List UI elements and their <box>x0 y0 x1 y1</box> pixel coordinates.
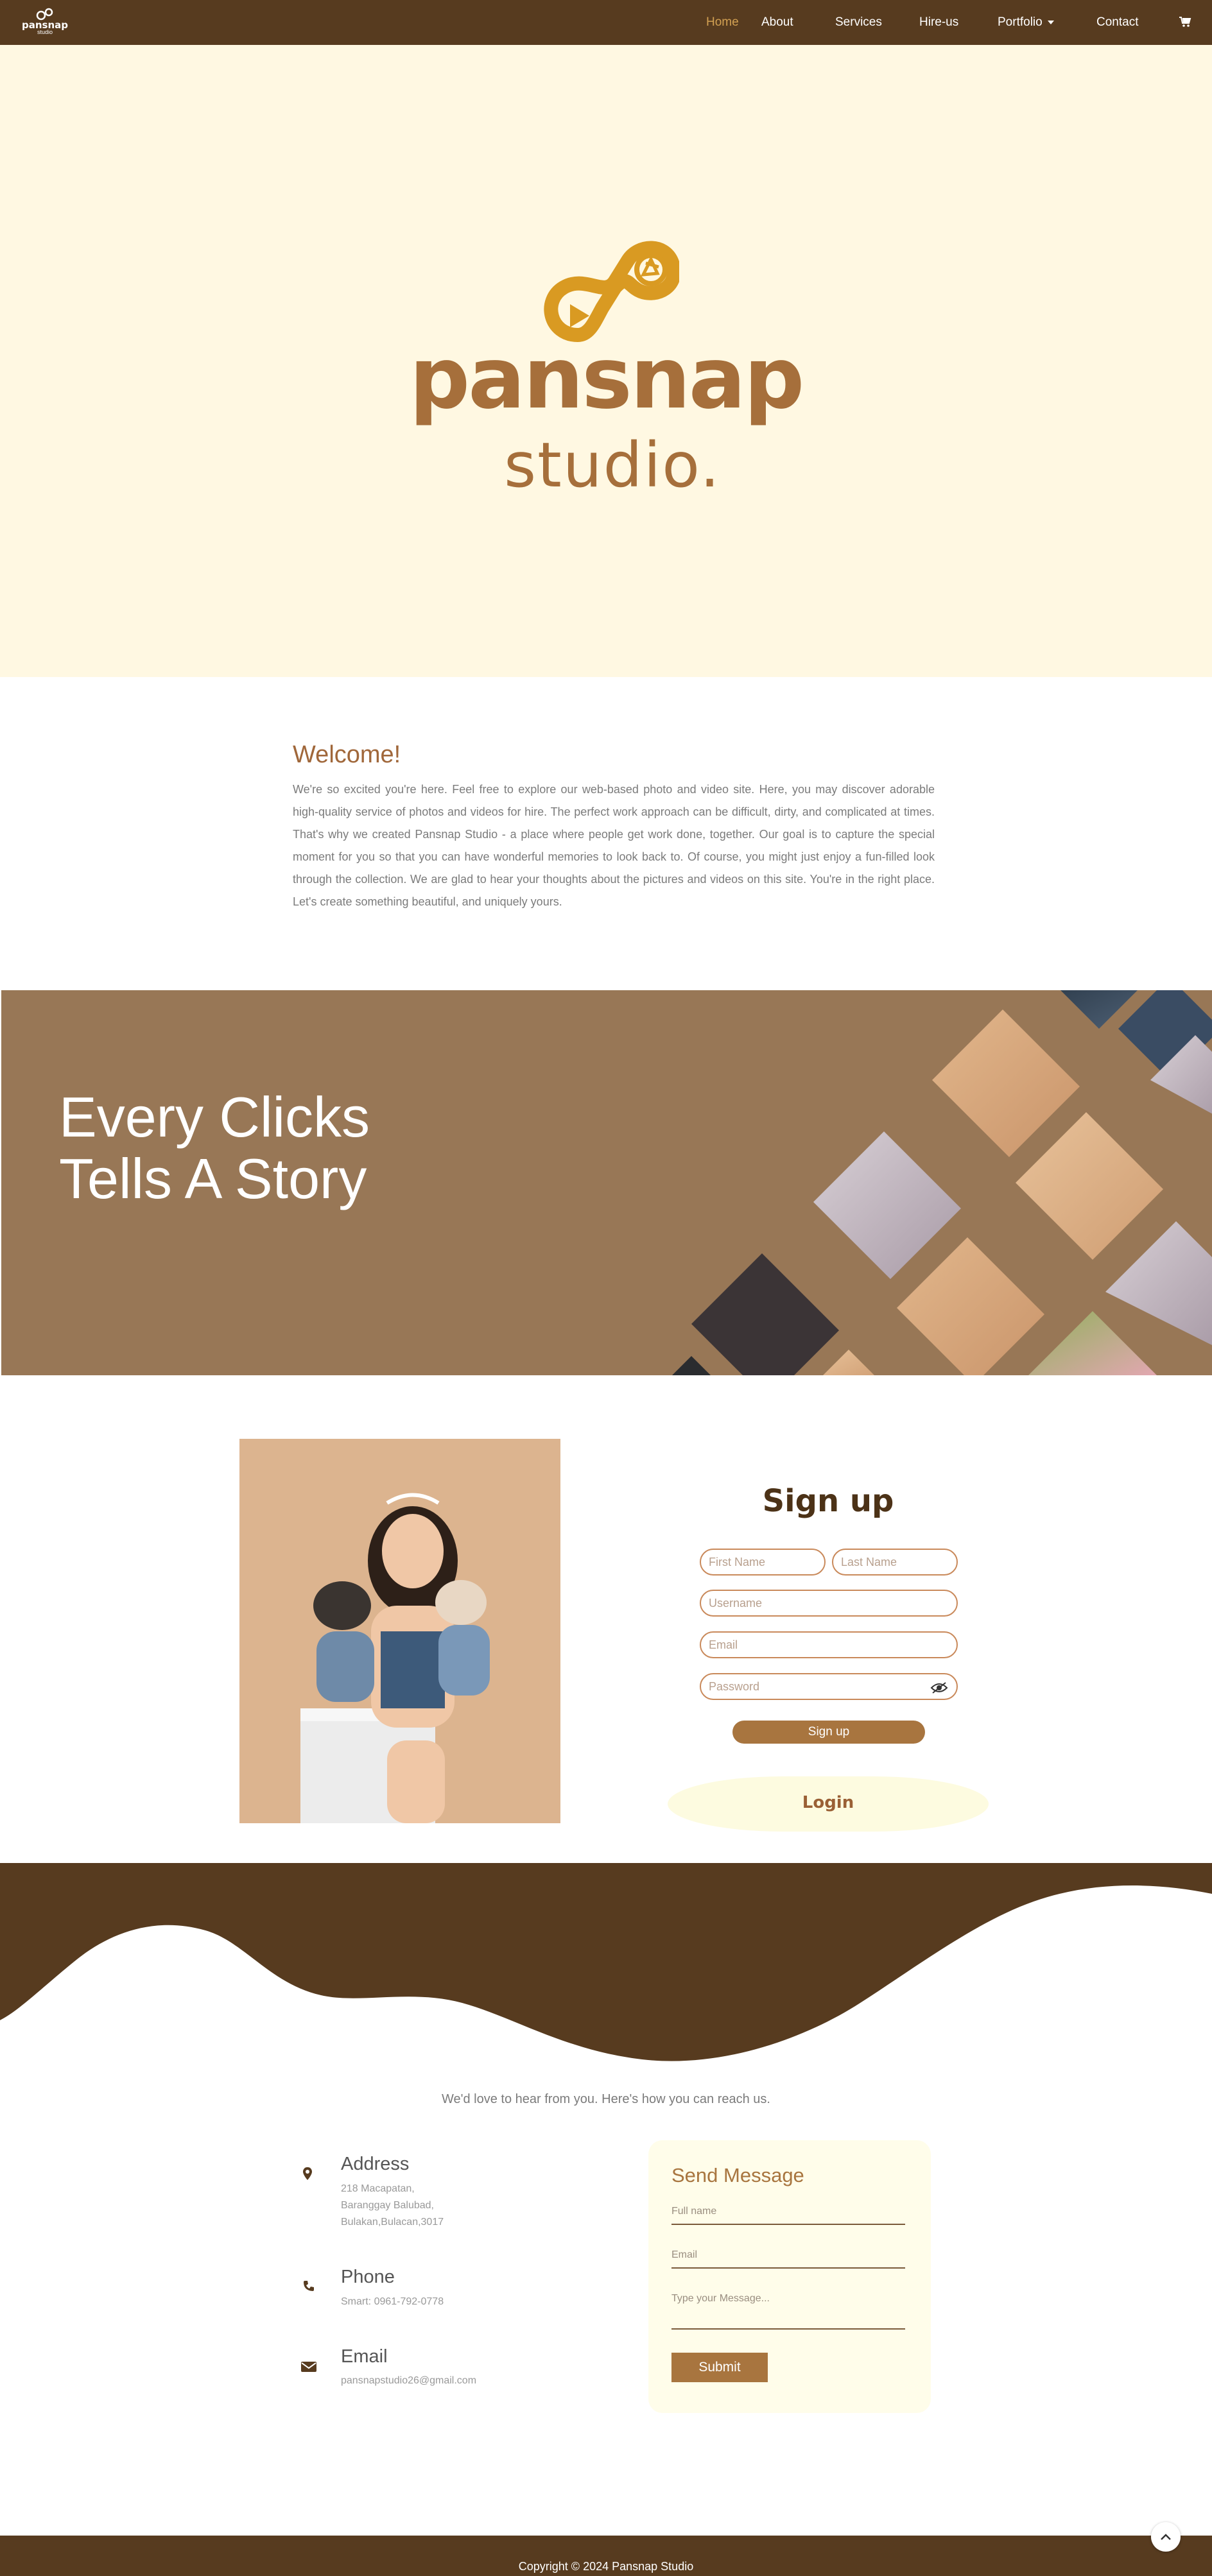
address-detail: 218 Macapatan, Baranggay Balubad, Bulaka… <box>341 2181 444 2231</box>
phone-icon <box>304 2281 314 2291</box>
chevron-up-icon <box>1161 2534 1171 2540</box>
tagline-banner: Every Clicks Tells A Story <box>1 990 1212 1375</box>
tagline: Every Clicks Tells A Story <box>59 1086 370 1210</box>
brand-subtitle: studio. <box>504 429 721 501</box>
contact-intro: We'd love to hear from you. Here's how y… <box>442 2092 770 2106</box>
logo-mark-icon <box>36 8 53 21</box>
eye-slash-icon[interactable] <box>930 1681 948 1694</box>
brand-wordmark: pansnap <box>409 329 805 428</box>
phone-value: Smart: 0961-792-0778 <box>341 2296 444 2307</box>
navbar: pansnap studio Home About Services Hire-… <box>0 0 1212 45</box>
welcome-title: Welcome! <box>293 741 401 768</box>
message-textarea[interactable]: Type your Message... <box>671 2293 905 2330</box>
signup-button[interactable]: Sign up <box>732 1721 925 1744</box>
nav-logo[interactable]: pansnap studio <box>19 8 71 39</box>
fullname-input[interactable]: Full name <box>671 2206 905 2225</box>
first-name-field[interactable]: First Name <box>700 1549 826 1576</box>
nav-contact[interactable]: Contact <box>1096 14 1138 31</box>
scroll-to-top-button[interactable] <box>1151 2522 1181 2552</box>
hero-section: pansnap studio. <box>0 45 1212 677</box>
tagline-line2: Tells A Story <box>59 1147 367 1210</box>
login-button[interactable]: Login <box>668 1793 989 1812</box>
nav-hire-us[interactable]: Hire-us <box>919 14 958 31</box>
nav-services[interactable]: Services <box>835 14 882 31</box>
nav-about[interactable]: About <box>761 14 793 31</box>
wave-divider <box>0 1863 1212 2061</box>
envelope-icon <box>301 2362 316 2372</box>
nav-logo-text: pansnap <box>21 19 68 31</box>
contact-email-input[interactable]: Email <box>671 2249 905 2269</box>
nav-portfolio-label: Portfolio <box>998 15 1043 29</box>
address-line: Baranggay Balubad, <box>341 2200 434 2211</box>
nav-portfolio[interactable]: Portfolio <box>998 14 1054 31</box>
username-field[interactable]: Username <box>700 1590 958 1617</box>
copyright-text: Copyright © 2024 Pansnap Studio <box>518 2560 694 2573</box>
map-pin-icon <box>303 2167 312 2180</box>
signup-title: Sign up <box>762 1483 894 1519</box>
submit-button[interactable]: Submit <box>671 2353 768 2382</box>
address-title: Address <box>341 2154 410 2174</box>
tagline-line1: Every Clicks <box>59 1085 370 1149</box>
email-title: Email <box>341 2346 388 2367</box>
address-line: Bulakan,Bulacan,3017 <box>341 2217 444 2228</box>
chevron-down-icon <box>1047 20 1054 24</box>
welcome-text: We're so excited you're here. Feel free … <box>293 783 935 908</box>
email-field[interactable]: Email <box>700 1631 958 1658</box>
password-field[interactable]: Password <box>700 1673 958 1700</box>
cart-icon[interactable] <box>1179 15 1191 28</box>
email-value: pansnapstudio26@gmail.com <box>341 2375 477 2386</box>
last-name-field[interactable]: Last Name <box>832 1549 958 1576</box>
address-line: 218 Macapatan, <box>341 2183 415 2194</box>
portrait-illustration <box>300 1493 490 1823</box>
send-message-title: Send Message <box>671 2164 804 2186</box>
portrait-photo <box>239 1439 560 1823</box>
phone-title: Phone <box>341 2267 395 2287</box>
nav-home[interactable]: Home <box>706 14 739 31</box>
